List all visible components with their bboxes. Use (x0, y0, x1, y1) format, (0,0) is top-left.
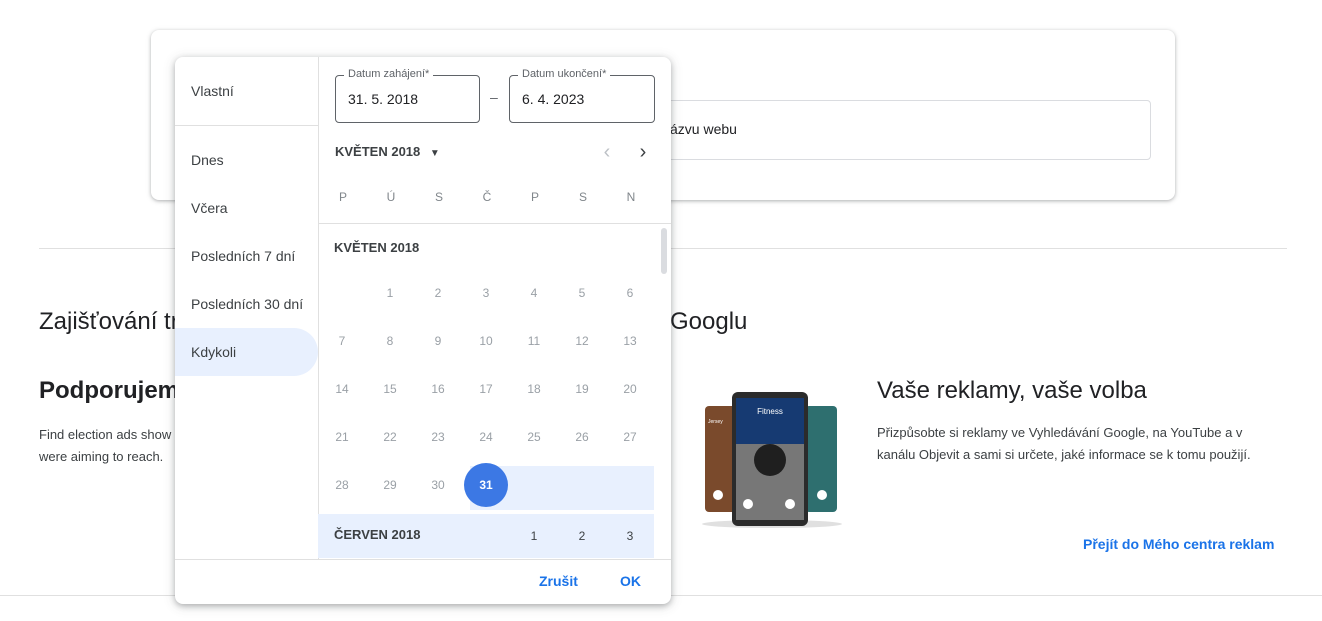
ad-center-link[interactable]: Přejít do Mého centra reklam (1083, 536, 1274, 552)
calendar-scrollbar[interactable] (661, 228, 667, 274)
calendar-day[interactable]: 14 (318, 367, 366, 411)
weekday: P (338, 190, 347, 204)
weekday: Ú (386, 190, 396, 204)
weekday: P (530, 190, 539, 204)
calendar-day[interactable]: 26 (558, 415, 606, 459)
promo-title: Vaše reklamy, vaše volba (877, 377, 1147, 404)
start-date-field[interactable]: Datum zahájení* 31. 5. 2018 (335, 68, 480, 123)
preset-divider (175, 125, 318, 126)
desc-line-1: Find election ads show (39, 427, 172, 442)
calendar-day[interactable]: 5 (558, 271, 606, 315)
calendar-day[interactable]: 21 (318, 415, 366, 459)
preset-today[interactable]: Dnes (175, 136, 318, 184)
calendar-day-june[interactable]: 2 (558, 514, 606, 558)
calendar-day[interactable]: 11 (510, 319, 558, 363)
section-title: Zajišťování tr (39, 308, 179, 335)
next-month-icon[interactable]: › (631, 141, 655, 165)
section-subtitle: Podporujem (39, 377, 180, 404)
calendar-day[interactable]: 12 (558, 319, 606, 363)
weekday: S (578, 190, 587, 204)
promo-desc: Přizpůsobte si reklamy ve Vyhledávání Go… (877, 425, 1251, 462)
cancel-button[interactable]: Zrušit (539, 573, 578, 589)
calendar-day[interactable]: 15 (366, 367, 414, 411)
calendar-day[interactable]: 2 (414, 271, 462, 315)
end-date-value: 6. 4. 2023 (522, 91, 585, 107)
phones-illustration: Fitness Jersey (702, 392, 842, 528)
range-dash: – (490, 89, 498, 105)
weekday: S (434, 190, 443, 204)
preset-yesterday[interactable]: Včera (175, 184, 318, 232)
calendar-day[interactable]: 7 (318, 319, 366, 363)
desc-line-2: were aiming to reach. (39, 449, 164, 464)
calendar-day-selected[interactable]: 31 (462, 463, 510, 507)
phone-left-label: Jersey (708, 419, 723, 425)
calendar-grid[interactable]: KVĚTEN 2018 ČERVEN 2018 1 2 3 4 5 6 7 8 9 10 11 12 1… (318, 224, 671, 559)
calendar-day[interactable]: 16 (414, 367, 462, 411)
month-select-label: KVĚTEN 2018 (335, 144, 421, 159)
month-heading-may: KVĚTEN 2018 (334, 240, 420, 255)
end-date-field[interactable]: Datum ukončení* 6. 4. 2023 (509, 68, 655, 123)
preset-list: Vlastní Dnes Včera Posledních 7 dní Posl… (175, 57, 319, 559)
preset-last-30-days[interactable]: Posledních 30 dní (175, 280, 318, 328)
weekday: Č (482, 190, 492, 204)
preset-anytime[interactable]: Kdykoli (175, 328, 318, 376)
month-heading-june: ČERVEN 2018 (334, 527, 421, 542)
dropdown-arrow-icon: ▼ (429, 148, 440, 159)
calendar-day[interactable]: 27 (606, 415, 654, 459)
prev-month-icon[interactable]: ‹ (595, 141, 619, 165)
calendar-day[interactable]: 19 (558, 367, 606, 411)
start-date-label: Datum zahájení* (344, 68, 434, 80)
phone-label: Fitness (757, 407, 783, 416)
calendar-day[interactable]: 17 (462, 367, 510, 411)
calendar-day[interactable]: 18 (510, 367, 558, 411)
calendar-day[interactable]: 8 (366, 319, 414, 363)
date-range-picker: Vlastní Dnes Včera Posledních 7 dní Posl… (175, 57, 671, 604)
calendar-day[interactable]: 30 (414, 463, 462, 507)
weekday: N (626, 190, 636, 204)
calendar-day[interactable]: 20 (606, 367, 654, 411)
calendar-day-june[interactable]: 3 (606, 514, 654, 558)
preset-last-7-days[interactable]: Posledních 7 dní (175, 232, 318, 280)
month-select[interactable]: KVĚTEN 2018 ▼ (335, 144, 440, 159)
preset-custom[interactable]: Vlastní (175, 67, 318, 115)
calendar-day[interactable]: 9 (414, 319, 462, 363)
picker-footer-divider (175, 559, 671, 560)
section-desc: Find election ads show were aiming to re… (39, 424, 179, 468)
calendar-day[interactable]: 4 (510, 271, 558, 315)
calendar-day[interactable]: 1 (366, 271, 414, 315)
calendar-day[interactable]: 3 (462, 271, 510, 315)
search-input-text: ázvu webu (670, 121, 737, 137)
calendar-day[interactable]: 13 (606, 319, 654, 363)
section-title-right: Googlu (670, 308, 748, 335)
calendar-day[interactable]: 24 (462, 415, 510, 459)
calendar-day[interactable]: 23 (414, 415, 462, 459)
calendar-day[interactable]: 10 (462, 319, 510, 363)
calendar-day[interactable]: 22 (366, 415, 414, 459)
calendar-day[interactable]: 28 (318, 463, 366, 507)
start-date-value: 31. 5. 2018 (348, 91, 419, 107)
calendar-day-june[interactable]: 1 (510, 514, 558, 558)
end-date-label: Datum ukončení* (518, 68, 611, 80)
ok-button[interactable]: OK (620, 573, 641, 589)
calendar-day[interactable]: 6 (606, 271, 654, 315)
calendar-day[interactable]: 25 (510, 415, 558, 459)
calendar-day[interactable]: 29 (366, 463, 414, 507)
